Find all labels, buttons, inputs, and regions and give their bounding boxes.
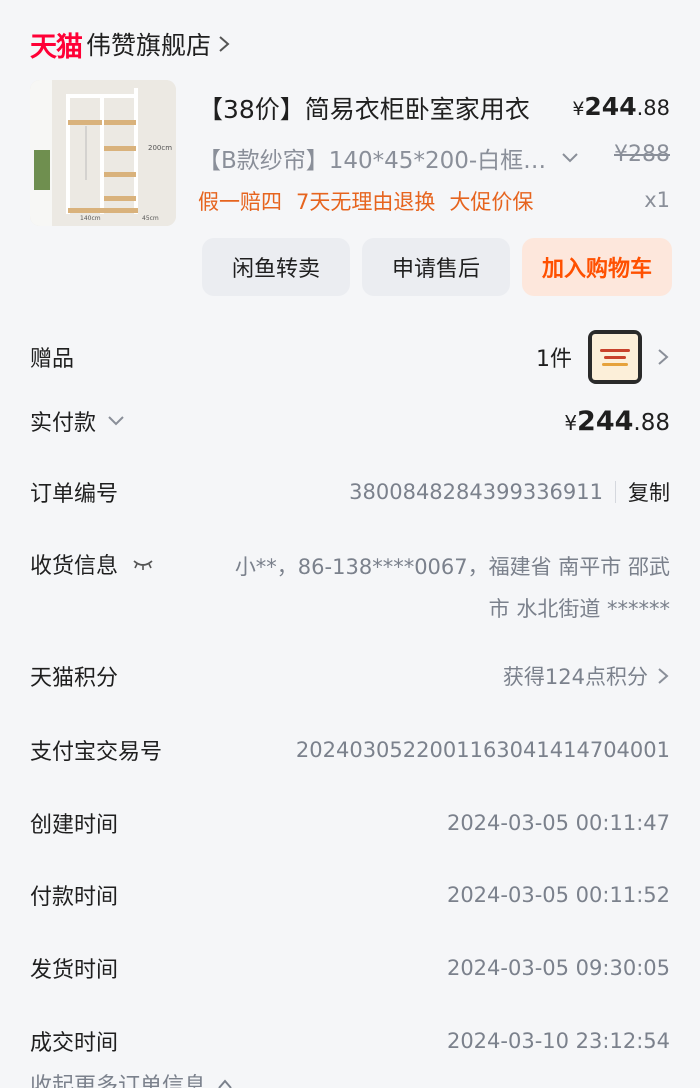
service-tags: 假一赔四 7天无理由退换 大促价保: [198, 186, 547, 216]
created-label: 创建时间: [30, 813, 119, 838]
price-currency: ¥: [572, 98, 585, 120]
sku-text: 【B款纱帘】140*45*200-白框…: [198, 148, 547, 174]
points-row[interactable]: 天猫积分 获得124点积分: [30, 658, 670, 694]
copy-button[interactable]: 复制: [628, 477, 670, 507]
points-value[interactable]: 获得124点积分: [503, 661, 670, 691]
chevron-down-icon: [108, 416, 124, 426]
paid-time-row: 付款时间 2024-03-05 00:11:52: [30, 877, 670, 913]
order-no-label: 订单编号: [30, 482, 119, 507]
paid-time-value: 2024-03-05 00:11:52: [446, 883, 670, 907]
paid-time-label: 付款时间: [30, 885, 119, 910]
store-header[interactable]: 天猫 伟赞旗舰店: [30, 26, 233, 63]
image-width-label: 140cm: [80, 215, 101, 222]
created-value: 2024-03-05 00:11:47: [446, 811, 670, 835]
order-no-value: 3800848284399336911 复制: [349, 477, 670, 507]
tag-price-protection: 大促价保: [449, 190, 534, 214]
product-price: ¥244.88: [572, 92, 670, 121]
add-to-cart-button[interactable]: 加入购物车: [522, 238, 672, 296]
order-number: 3800848284399336911: [349, 480, 603, 504]
chevron-down-icon: [562, 153, 578, 163]
gift-value[interactable]: 1件: [536, 330, 670, 384]
closed-row: 成交时间 2024-03-10 23:12:54: [30, 1023, 670, 1059]
chevron-up-icon: [218, 1079, 232, 1088]
collapse-text: 收起更多订单信息: [30, 1074, 207, 1088]
original-price: ¥288: [614, 142, 670, 167]
paid-currency: ¥: [564, 410, 578, 435]
product-sku[interactable]: 【B款纱帘】140*45*200-白框…: [198, 141, 580, 175]
gift-thumbnail[interactable]: [588, 330, 642, 384]
collapse-order-info-link[interactable]: 收起更多订单信息: [30, 1068, 234, 1088]
alipay-value: 2024030522001163041414704001: [295, 738, 670, 762]
paid-label[interactable]: 实付款: [30, 405, 126, 437]
shipped-label: 发货时间: [30, 958, 119, 983]
store-name[interactable]: 伟赞旗舰店: [86, 26, 211, 62]
image-depth-label: 45cm: [142, 215, 159, 222]
quantity: x1: [644, 188, 670, 212]
tag-seven-day-return: 7天无理由退换: [296, 190, 436, 214]
paid-amount: ¥244.88: [564, 406, 670, 437]
gift-label: 赠品: [30, 347, 75, 372]
shipping-label: 收货信息: [30, 548, 154, 580]
paid-integer: 244: [577, 405, 634, 437]
points-label: 天猫积分: [30, 666, 119, 691]
shipped-value: 2024-03-05 09:30:05: [446, 956, 670, 980]
points-text: 获得124点积分: [502, 665, 648, 689]
divider: [615, 481, 616, 503]
created-row: 创建时间 2024-03-05 00:11:47: [30, 805, 670, 841]
chevron-right-icon: [219, 36, 230, 52]
closed-value: 2024-03-10 23:12:54: [446, 1029, 670, 1053]
price-integer: 244: [584, 92, 637, 121]
image-height-label: 200cm: [148, 144, 172, 152]
chevron-right-icon: [658, 349, 669, 365]
tmall-logo: 天猫: [30, 31, 83, 63]
gift-count: 1件: [536, 347, 572, 372]
alipay-label: 支付宝交易号: [30, 740, 163, 765]
chevron-right-icon: [658, 668, 669, 684]
paid-row: 实付款 ¥244.88: [30, 402, 670, 440]
product-image[interactable]: 200cm 140cm 45cm: [30, 80, 176, 226]
product-title[interactable]: 【38价】简易衣柜卧室家用衣: [198, 90, 530, 126]
paid-label-text: 实付款: [30, 411, 97, 436]
tag-fake-compensation: 假一赔四: [198, 190, 282, 214]
order-no-row: 订单编号 3800848284399336911 复制: [30, 474, 670, 510]
shipped-row: 发货时间 2024-03-05 09:30:05: [30, 950, 670, 986]
closed-label: 成交时间: [30, 1031, 119, 1056]
shipping-label-text: 收货信息: [30, 554, 119, 579]
price-decimal: .88: [636, 96, 670, 120]
after-sales-button[interactable]: 申请售后: [362, 238, 510, 296]
paid-decimal: .88: [633, 409, 670, 436]
resell-button[interactable]: 闲鱼转卖: [202, 238, 350, 296]
alipay-row: 支付宝交易号 2024030522001163041414704001: [30, 732, 670, 768]
gift-row[interactable]: 赠品 1件: [30, 330, 670, 384]
eye-closed-icon[interactable]: [132, 558, 154, 570]
shipping-value: 小**，86-138****0067，福建省 南平市 邵武市 水北街道 ****…: [234, 555, 670, 621]
